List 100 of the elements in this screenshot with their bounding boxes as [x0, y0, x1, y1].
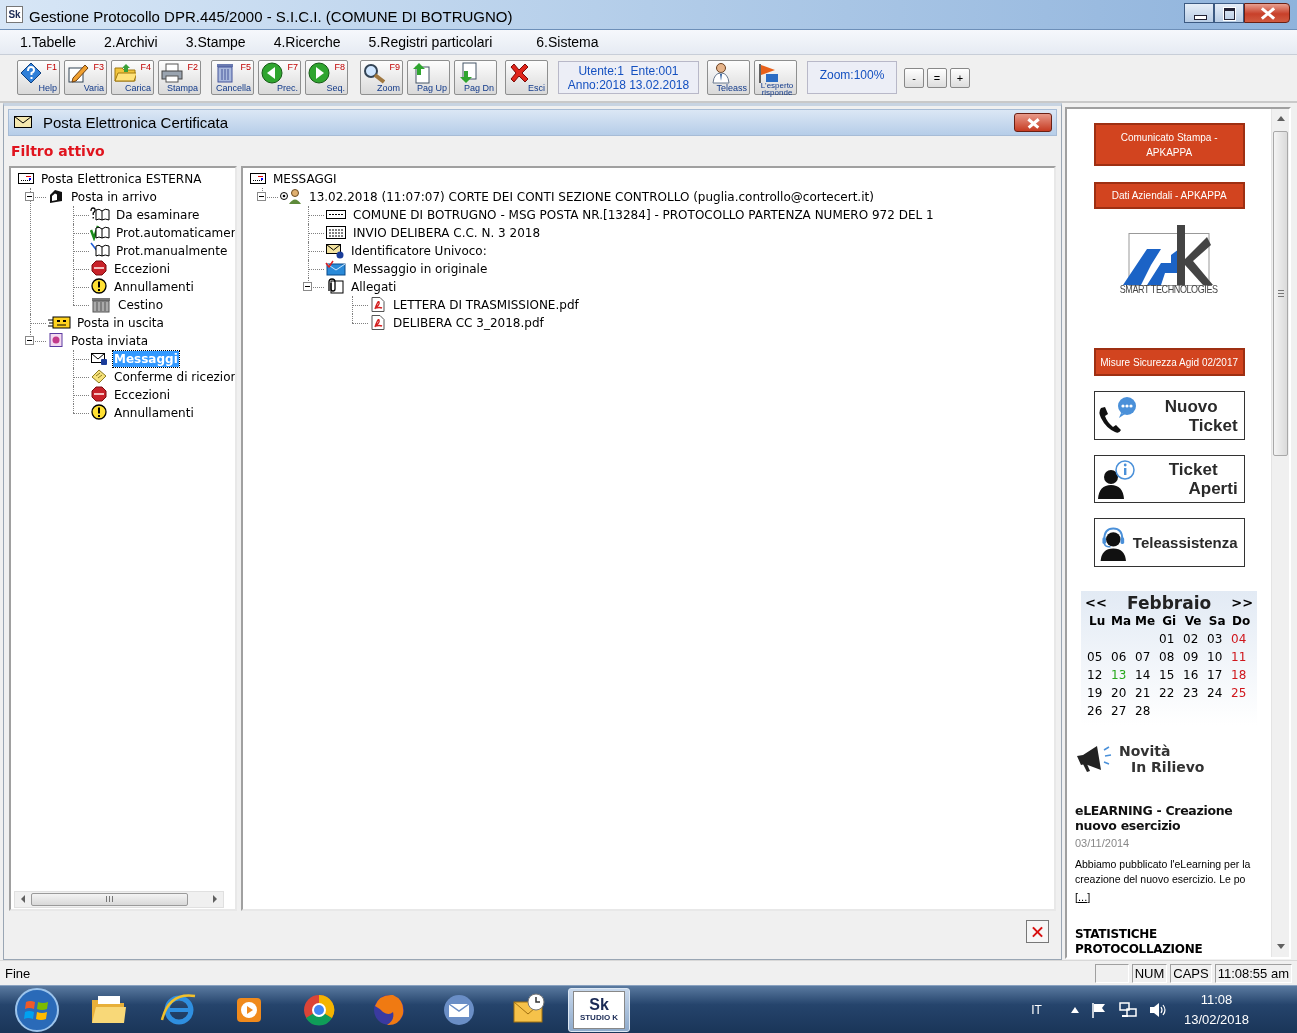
menu-item[interactable]: 4.Ricerche — [259, 33, 355, 50]
calendar-day[interactable]: 26 — [1085, 702, 1110, 719]
read-more-link[interactable]: [...] — [1075, 890, 1091, 903]
tree-item[interactable]: Posta Elettronica ESTERNA — [40, 170, 203, 187]
tree-item[interactable]: Annullamenti — [113, 404, 195, 421]
calendar-day[interactable]: 20 — [1109, 684, 1134, 701]
calendar-day[interactable]: 22 — [1157, 684, 1182, 701]
zoom-button[interactable]: + — [950, 67, 970, 88]
calendar-day[interactable]: 05 — [1085, 648, 1110, 665]
tree-item[interactable]: Eccezioni — [113, 260, 172, 277]
tree-item[interactable]: Prot.manualmente — [115, 242, 229, 259]
phone-bubble-icon — [1096, 395, 1137, 436]
tile-button[interactable]: Teleassistenza — [1093, 518, 1245, 567]
calendar-day[interactable]: 25 — [1229, 684, 1254, 701]
menu-item[interactable]: 2.Archivi — [90, 33, 172, 50]
calendar-day[interactable]: 28 — [1133, 702, 1158, 719]
taskbar-button[interactable]: Sk STUDIO K — [568, 987, 630, 1032]
calendar-day[interactable]: 24 — [1205, 684, 1230, 701]
link-button[interactable]: Misure Sicurezza Agid 02/2017 — [1093, 348, 1245, 377]
menu-item[interactable]: 6.Sistema — [522, 33, 613, 50]
calendar-day[interactable]: 08 — [1157, 648, 1182, 665]
calendar-day[interactable]: 19 — [1085, 684, 1110, 701]
calendar-day[interactable]: 03 — [1205, 630, 1230, 647]
tile-button[interactable]: Nuovo Ticket — [1093, 391, 1245, 440]
horizontal-scrollbar[interactable] — [14, 890, 224, 908]
calendar-day[interactable]: 02 — [1181, 630, 1206, 647]
tree-item[interactable]: Posta in uscita — [76, 314, 165, 331]
calendar-day[interactable]: 27 — [1109, 702, 1134, 719]
tree-item[interactable]: COMUNE DI BOTRUGNO - MSG POSTA NR.[13284] - PROTOCOLLO PARTENZA NUMERO 972 DEL 1 — [352, 206, 935, 223]
tree-item[interactable]: Prot.automaticamer — [115, 224, 235, 241]
weekday-label: Lu — [1088, 612, 1107, 629]
toolbar-button[interactable]: F7 Prec. — [258, 60, 301, 96]
link-button[interactable]: Dati Aziendali - APKAPPA — [1093, 182, 1245, 210]
tree-item[interactable]: MESSAGGI — [272, 170, 338, 187]
tile-button[interactable]: Ticket Aperti — [1093, 454, 1245, 504]
calendar-day[interactable]: 06 — [1109, 648, 1134, 665]
close-button[interactable] — [1014, 112, 1052, 132]
calendar-day[interactable]: 15 — [1157, 666, 1182, 683]
tree-item[interactable]: Identificatore Univoco: — [350, 242, 488, 259]
card-icon — [47, 314, 71, 332]
maximize-button[interactable] — [1214, 3, 1244, 23]
toolbar-button[interactable]: F3 Varia — [64, 60, 107, 96]
toolbar-button[interactable]: L'esperto risponde — [754, 60, 797, 96]
menu-item[interactable]: 5.Registri particolari — [354, 33, 523, 50]
toolbar-button[interactable]: F2 Stampa — [158, 60, 201, 96]
zoom-button[interactable]: - — [904, 67, 924, 88]
calendar-day[interactable]: 17 — [1205, 666, 1230, 683]
calendar-day[interactable]: 01 — [1157, 630, 1182, 647]
tree-item[interactable]: Eccezioni — [113, 386, 172, 403]
network-icon — [1117, 1000, 1138, 1019]
tree-item[interactable]: Posta in arrivo — [70, 188, 158, 205]
toolbar-button[interactable]: Pag Up — [407, 60, 450, 96]
calendar-day[interactable]: 04 — [1229, 630, 1254, 647]
link-button[interactable]: Comunicato Stampa - APKAPPA — [1093, 122, 1245, 167]
tree-item[interactable]: Allegati — [350, 278, 398, 295]
calendar-day[interactable]: 18 — [1229, 666, 1254, 683]
toolbar-button[interactable]: F4 Carica — [111, 60, 154, 96]
next-month-button[interactable]: >> — [1231, 595, 1254, 611]
expand-toggle[interactable] — [303, 281, 312, 291]
news-title[interactable]: STATISTICHE PROTOCOLLAZIONE — [1075, 926, 1265, 957]
vertical-scrollbar[interactable] — [1271, 108, 1289, 957]
previous-month-button[interactable]: << — [1085, 595, 1107, 611]
toolbar-button[interactable]: F1 Help — [17, 60, 60, 96]
calendar-day[interactable]: 16 — [1181, 666, 1206, 683]
calendar-day[interactable]: 10 — [1205, 648, 1230, 665]
toolbar-button[interactable]: F9 Zoom — [360, 60, 403, 96]
toolbar-button[interactable]: F8 Seq. — [305, 60, 348, 96]
toolbar-button[interactable]: F5 Cancella — [211, 60, 254, 96]
expand-toggle[interactable] — [257, 191, 266, 201]
weekday-label: Me — [1134, 612, 1157, 629]
delete-button[interactable] — [1026, 920, 1049, 944]
calendar-day[interactable]: 12 — [1085, 666, 1110, 683]
calendar-day[interactable]: 21 — [1133, 684, 1158, 701]
calendar-day[interactable]: 14 — [1133, 666, 1158, 683]
toolbar-button[interactable]: Pag Dn — [454, 60, 497, 96]
calendar-day[interactable]: 23 — [1181, 684, 1206, 701]
tree-item[interactable]: Annullamenti — [113, 278, 195, 295]
tree-item[interactable]: 13.02.2018 (11:07:07) CORTE DEI CONTI SEZIONE CONTROLLO (puglia.controllo@cortecert.it) — [308, 188, 875, 205]
minimize-button[interactable] — [1184, 3, 1214, 23]
tree-item[interactable]: Messaggio in originale — [352, 260, 489, 277]
zoom-button[interactable]: = — [927, 67, 947, 88]
news-title[interactable]: eLEARNING - Creazione nuovo esercizio — [1075, 802, 1265, 833]
calendar-day[interactable]: 11 — [1229, 648, 1254, 665]
tree-item[interactable]: LETTERA DI TRASMISSIONE.pdf — [392, 296, 580, 313]
tree-item[interactable]: DELIBERA CC 3_2018.pdf — [392, 314, 545, 331]
menu-item[interactable]: 1.Tabelle — [6, 33, 91, 50]
calendar-day[interactable]: 09 — [1181, 648, 1206, 665]
tree-item[interactable]: Cestino — [117, 296, 164, 313]
toolbar-button[interactable]: Esci — [505, 60, 548, 96]
tree-item[interactable]: Da esaminare — [115, 206, 201, 223]
toolbar-button[interactable]: Teleass — [707, 60, 750, 96]
tree-item[interactable]: Posta inviata — [70, 332, 150, 349]
tree-item[interactable]: INVIO DELIBERA C.C. N. 3 2018 — [352, 224, 542, 241]
expand-toggle[interactable] — [25, 335, 34, 345]
tree-item[interactable]: Conferme di ricezior — [113, 368, 235, 385]
close-button[interactable] — [1244, 3, 1290, 23]
menu-item[interactable]: 3.Stampe — [171, 33, 260, 50]
calendar-day[interactable]: 07 — [1133, 648, 1158, 665]
expand-toggle[interactable] — [25, 191, 34, 201]
language-indicator[interactable]: IT — [1031, 1002, 1042, 1017]
